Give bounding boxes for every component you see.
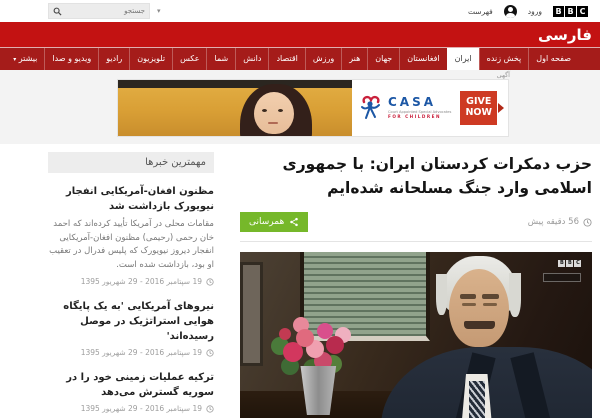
man-eyebrows — [460, 294, 499, 299]
clock-icon — [206, 349, 214, 357]
topbar-right-links: فهرست ورود B B C — [468, 0, 588, 22]
bbc-logo[interactable]: B B C — [553, 6, 588, 17]
casa-text-block: CASA Court Appointed Special Advocates F… — [388, 96, 460, 120]
nav-item-arts[interactable]: هنر — [341, 48, 367, 70]
picture-frame — [240, 262, 263, 367]
share-button[interactable]: همرسانی — [240, 212, 308, 232]
sidebar-most-important-news: مهمترین خبرها مظنون افغان-آمریکایی انفجا… — [48, 152, 214, 418]
top-utility-bar: ▾ فهرست ورود B B C — [0, 0, 600, 22]
news-title[interactable]: نیروهای آمریکایی 'به یک پایگاه هوایی است… — [48, 299, 214, 344]
news-date: 19 سپتامبر 2016 - 29 شهریور 1395 — [48, 404, 214, 413]
primary-navigation: صفحه اول پخش زنده ایران افغانستان جهان ه… — [0, 47, 600, 70]
girl-eye — [278, 109, 283, 112]
man-face — [449, 269, 509, 347]
time-ago-text: 56 دقیقه پیش — [528, 217, 579, 227]
news-date: 19 سپتامبر 2016 - 29 شهریور 1395 — [48, 277, 214, 286]
casa-subtitle: FOR CHILDREN — [388, 115, 460, 120]
watermark-caption-box — [543, 273, 581, 282]
chevron-down-icon: ▾ — [13, 56, 16, 63]
casa-wordmark: CASA — [388, 96, 460, 110]
ad-label: آگهی — [497, 71, 510, 79]
user-account-icon[interactable] — [504, 5, 517, 18]
article-headline: حزب دمکرات کردستان ایران: با جمهوری اسلا… — [240, 152, 592, 200]
casa-heart-figure-icon — [358, 94, 384, 122]
bbc-watermark: B B C — [558, 260, 581, 267]
nav-item-live[interactable]: پخش زنده — [479, 48, 529, 70]
nav-item-tv[interactable]: تلویزیون — [129, 48, 172, 70]
ad-band: آگهی CASA Court Appointed Special Advoca… — [0, 70, 600, 144]
news-date-text: 19 سپتامبر 2016 - 29 شهریور 1395 — [81, 404, 202, 413]
nav-item-audio-video[interactable]: ویدیو و صدا — [44, 48, 98, 70]
girl-face — [254, 92, 294, 134]
article-column: حزب دمکرات کردستان ایران: با جمهوری اسلا… — [240, 152, 592, 418]
list-item[interactable]: ترکیه عملیات زمینی خود را در سوریه گسترش… — [48, 370, 214, 413]
man-mustache — [464, 321, 496, 329]
news-title[interactable]: ترکیه عملیات زمینی خود را در سوریه گسترش… — [48, 370, 214, 400]
clock-icon — [206, 405, 214, 413]
search-input[interactable] — [62, 7, 145, 15]
search-dropdown-caret-icon[interactable]: ▾ — [157, 7, 161, 15]
watermark-letter: C — [574, 260, 581, 267]
share-icon — [289, 217, 299, 227]
bbc-logo-letter: B — [565, 6, 576, 17]
service-title[interactable]: فارسی — [538, 26, 592, 44]
man-eyes — [462, 303, 497, 306]
nav-item-afghanistan[interactable]: افغانستان — [399, 48, 446, 70]
flower-bouquet — [279, 328, 291, 340]
nav-item-shoma[interactable]: شما — [206, 48, 235, 70]
girl-mouth — [268, 122, 278, 124]
list-item[interactable]: نیروهای آمریکایی 'به یک پایگاه هوایی است… — [48, 299, 214, 357]
search-icon — [53, 7, 62, 16]
masthead: فارسی — [0, 22, 600, 47]
sidebar-header: مهمترین خبرها — [48, 152, 214, 173]
news-date-text: 19 سپتامبر 2016 - 29 شهریور 1395 — [81, 348, 202, 357]
bbc-logo-letter: B — [553, 6, 564, 17]
article-meta-row: 56 دقیقه پیش همرسانی — [240, 212, 592, 242]
nav-item-home[interactable]: صفحه اول — [528, 48, 578, 70]
clock-icon — [583, 218, 592, 227]
leaderboard-ad[interactable]: CASA Court Appointed Special Advocates F… — [118, 80, 508, 136]
nav-item-world[interactable]: جهان — [367, 48, 399, 70]
give-now-button[interactable]: GIVE NOW — [460, 91, 497, 125]
man-striped-tie — [469, 381, 485, 418]
article-timestamp: 56 دقیقه پیش — [528, 217, 592, 227]
give-now-arrow-icon — [498, 103, 504, 113]
nav-more-label: بیشتر — [19, 54, 38, 63]
now-line: NOW — [465, 108, 492, 119]
nav-item-economy[interactable]: اقتصاد — [268, 48, 304, 70]
watermark-letter: B — [558, 260, 565, 267]
news-date-text: 19 سپتامبر 2016 - 29 شهریور 1395 — [81, 277, 202, 286]
nav-item-sport[interactable]: ورزش — [305, 48, 341, 70]
ad-casa-panel: CASA Court Appointed Special Advocates F… — [352, 80, 508, 136]
bbc-logo-letter: C — [577, 6, 588, 17]
girl-eye — [262, 109, 267, 112]
news-date: 19 سپتامبر 2016 - 29 شهریور 1395 — [48, 348, 214, 357]
content-area: حزب دمکرات کردستان ایران: با جمهوری اسلا… — [0, 144, 600, 418]
menu-link[interactable]: فهرست — [468, 7, 493, 16]
signin-link[interactable]: ورود — [528, 7, 542, 16]
news-summary: مقامات محلی در آمریکا تأیید کرده‌اند که … — [48, 218, 214, 272]
window-blinds — [300, 252, 430, 341]
article-video-still[interactable]: B B C — [240, 252, 592, 418]
nav-item-more[interactable]: بیشتر ▾ — [6, 48, 44, 70]
search-area: ▾ — [48, 3, 161, 19]
nav-item-photos[interactable]: عکس — [172, 48, 206, 70]
nav-item-radio[interactable]: رادیو — [98, 48, 129, 70]
photo-top-strip — [118, 80, 352, 88]
share-label: همرسانی — [249, 217, 284, 227]
list-item[interactable]: مظنون افغان-آمریکایی انفجار نیویورک بازد… — [48, 184, 214, 286]
ad-photo-girl — [118, 80, 352, 136]
nav-item-iran[interactable]: ایران — [447, 48, 479, 70]
nav-item-science[interactable]: دانش — [235, 48, 268, 70]
watermark-letter: B — [566, 260, 573, 267]
search-input-box[interactable] — [48, 3, 150, 19]
news-title[interactable]: مظنون افغان-آمریکایی انفجار نیویورک بازد… — [48, 184, 214, 214]
clock-icon — [206, 278, 214, 286]
